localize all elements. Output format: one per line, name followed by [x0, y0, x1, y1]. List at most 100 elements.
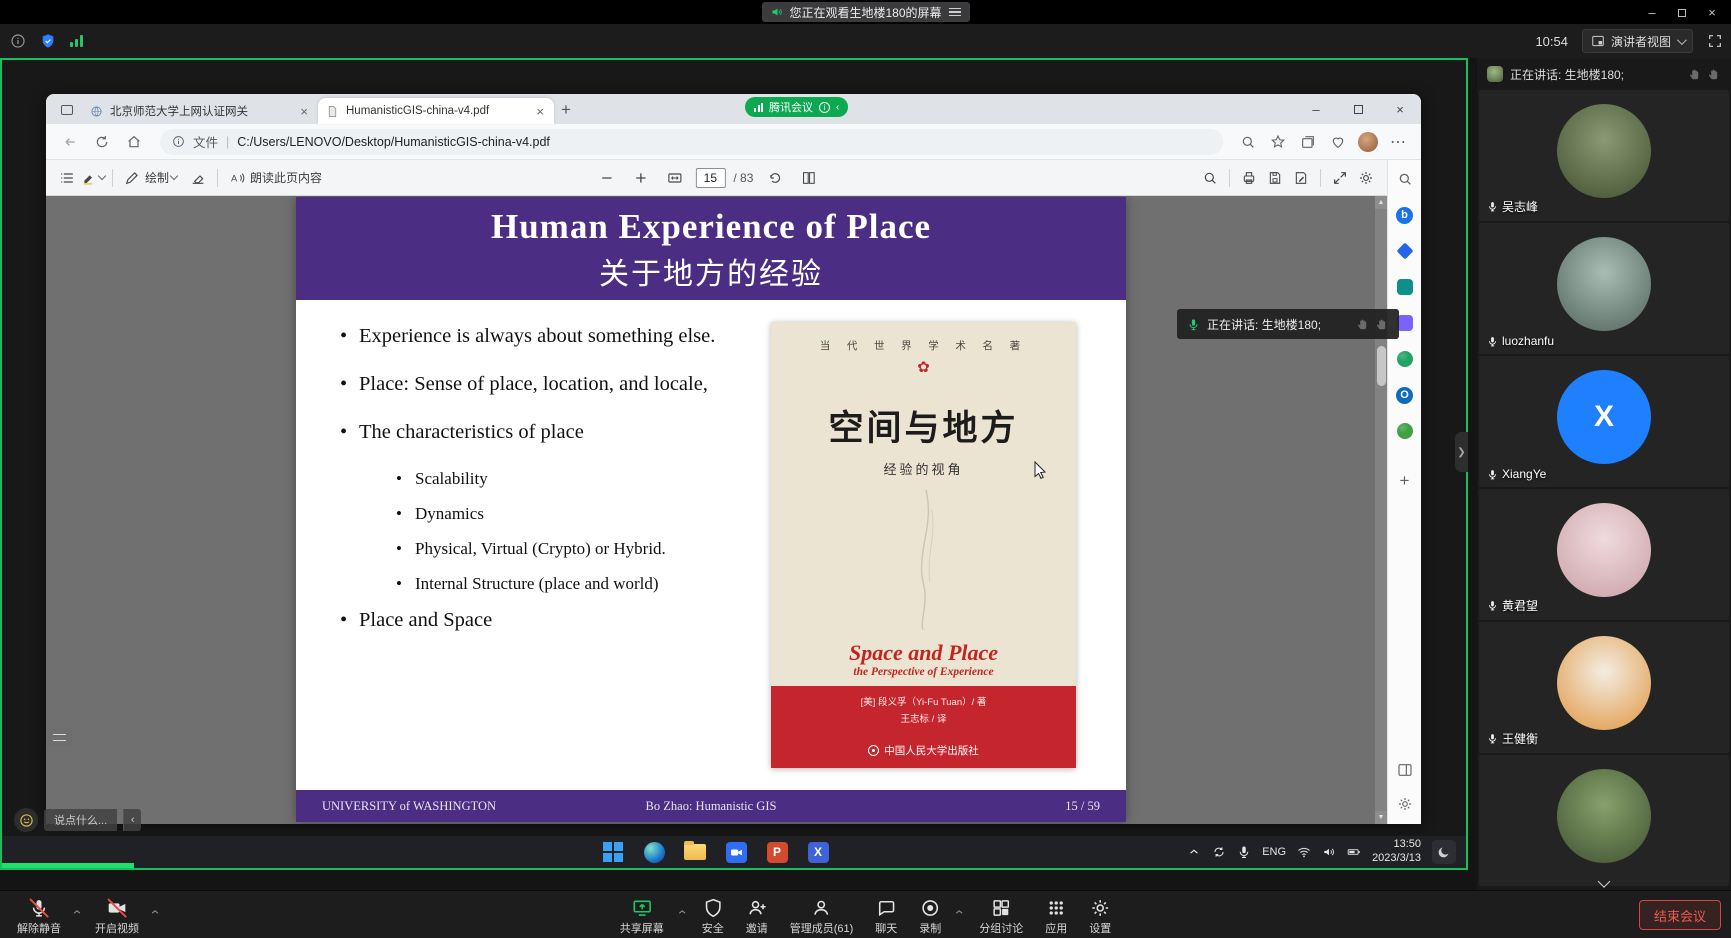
end-meeting-button[interactable]: 结束会议: [1639, 900, 1721, 930]
participant-tile[interactable]: [1479, 755, 1729, 886]
participant-tile[interactable]: 吴志峰: [1479, 90, 1729, 221]
wifi-icon[interactable]: [1297, 845, 1311, 859]
raise-hand-icon[interactable]: [1688, 67, 1702, 81]
meeting-app-icon[interactable]: [723, 839, 749, 865]
open-in-sidebar-icon[interactable]: [1388, 762, 1421, 778]
tray-expand-icon[interactable]: [1187, 845, 1201, 859]
focus-moon-icon[interactable]: [1432, 840, 1456, 864]
rotate-icon[interactable]: [761, 165, 787, 191]
browser-essentials-icon[interactable]: [1325, 129, 1351, 155]
view-mode-selector[interactable]: 演讲者视图: [1582, 29, 1693, 53]
chat-collapse-icon[interactable]: ‹: [123, 809, 141, 831]
scroll-down-icon[interactable]: ▼: [1375, 811, 1387, 824]
file-explorer-icon[interactable]: [682, 839, 708, 865]
app-close-button[interactable]: ×: [1697, 5, 1727, 20]
browser-minimize-button[interactable]: –: [1295, 94, 1337, 124]
meeting-share-pill[interactable]: 腾讯会议 i ‹: [745, 97, 848, 117]
breakout-button[interactable]: 分组讨论: [970, 894, 1032, 936]
settings-button[interactable]: 设置: [1080, 894, 1120, 936]
record-options-button[interactable]: [954, 894, 966, 922]
invite-button[interactable]: 邀请: [737, 894, 777, 936]
tab-actions-icon[interactable]: [54, 98, 80, 122]
fullscreen-icon[interactable]: [1707, 33, 1723, 49]
network-signal-icon[interactable]: [70, 35, 83, 47]
language-indicator[interactable]: ENG: [1262, 846, 1286, 858]
scrollbar-thumb[interactable]: [1377, 346, 1386, 386]
profile-avatar[interactable]: [1355, 129, 1381, 155]
unmute-button[interactable]: 解除静音: [8, 894, 70, 936]
copilot-icon[interactable]: b: [1394, 204, 1416, 226]
draw-label[interactable]: 绘制: [145, 169, 169, 186]
chat-input-hint[interactable]: 说点什么...: [44, 809, 117, 831]
chat-button[interactable]: 聊天: [866, 894, 906, 936]
sidebar-settings-icon[interactable]: [1388, 796, 1421, 812]
office-icon[interactable]: [1394, 348, 1416, 370]
participant-tile[interactable]: 黄君望: [1479, 489, 1729, 620]
powerpoint-icon[interactable]: P: [764, 839, 790, 865]
eraser-icon[interactable]: [185, 165, 211, 191]
start-video-button[interactable]: 开启视频: [86, 894, 148, 936]
scroll-up-icon[interactable]: ▲: [1375, 196, 1387, 209]
zoom-out-icon[interactable]: [593, 165, 619, 191]
read-aloud-label[interactable]: 朗读此页内容: [250, 169, 322, 186]
draw-icon[interactable]: [119, 165, 145, 191]
collections-icon[interactable]: [1295, 129, 1321, 155]
battery-icon[interactable]: [1347, 845, 1361, 859]
panel-scroll-down-icon[interactable]: [1600, 877, 1609, 886]
apps-button[interactable]: 应用: [1036, 894, 1076, 936]
security-shield-icon[interactable]: [40, 33, 56, 49]
browser-tab-2[interactable]: HumanisticGIS-china-v4.pdf×: [318, 98, 554, 124]
info-icon[interactable]: i: [819, 102, 830, 113]
back-icon[interactable]: [56, 128, 84, 156]
plant-icon[interactable]: [1394, 420, 1416, 442]
meeting-info-icon[interactable]: [10, 33, 26, 49]
zoom-in-icon[interactable]: [627, 165, 653, 191]
volume-icon[interactable]: [1322, 845, 1336, 859]
fit-to-width-icon[interactable]: [661, 165, 687, 191]
app-maximize-button[interactable]: [1667, 5, 1697, 20]
zoom-icon[interactable]: [1235, 129, 1261, 155]
toc-icon[interactable]: [54, 165, 80, 191]
browser-tab-1[interactable]: 北京师范大学上网认证网关×: [82, 98, 318, 124]
badge-menu-icon[interactable]: [949, 8, 961, 16]
participant-tile[interactable]: 王健衡: [1479, 622, 1729, 753]
pdf-settings-icon[interactable]: [1353, 165, 1379, 191]
start-button[interactable]: [600, 839, 626, 865]
new-tab-button[interactable]: +: [554, 98, 578, 122]
emoji-icon[interactable]: [14, 808, 38, 832]
security-button[interactable]: 安全: [693, 894, 733, 936]
print-icon[interactable]: [1236, 165, 1262, 191]
save-icon[interactable]: [1262, 165, 1288, 191]
browser-menu-icon[interactable]: ⋯: [1385, 129, 1411, 155]
tray-mic-icon[interactable]: [1237, 845, 1251, 859]
search-icon[interactable]: [1197, 165, 1223, 191]
edge-icon[interactable]: [641, 839, 667, 865]
read-aloud-icon[interactable]: A: [224, 165, 250, 191]
page-view-icon[interactable]: [795, 165, 821, 191]
page-info-icon[interactable]: [172, 135, 185, 148]
pill-collapse-icon[interactable]: ‹: [836, 102, 839, 113]
video-options-button[interactable]: [150, 894, 162, 922]
refresh-icon[interactable]: [88, 128, 116, 156]
taskbar-clock[interactable]: 13:50 2023/3/13: [1372, 838, 1421, 866]
pdf-scrollbar[interactable]: ▲ ▼: [1375, 196, 1387, 824]
image-creator-icon[interactable]: [1394, 276, 1416, 298]
share-button[interactable]: 共享屏幕: [611, 894, 673, 936]
highlighter-icon[interactable]: [80, 165, 106, 191]
subtitle-list-button[interactable]: [46, 728, 72, 746]
pdf-viewport[interactable]: Human Experience of Place 关于地方的经验 Experi…: [46, 196, 1387, 824]
participant-tile[interactable]: luozhanfu: [1479, 223, 1729, 354]
watching-screen-badge[interactable]: 您正在观看生地楼180的屏幕: [761, 2, 969, 22]
tab-close-icon[interactable]: ×: [534, 104, 546, 119]
page-number-input[interactable]: 15: [695, 168, 725, 188]
browser-close-button[interactable]: ×: [1379, 94, 1421, 124]
sync-icon[interactable]: [1212, 845, 1226, 859]
url-field[interactable]: 文件 | C:/Users/LENOVO/Desktop/HumanisticG…: [160, 129, 1223, 155]
sidebar-search-icon[interactable]: [1394, 168, 1416, 190]
home-icon[interactable]: [120, 128, 148, 156]
raise-hand-icon[interactable]: [1707, 67, 1721, 81]
favorites-star-icon[interactable]: [1265, 129, 1291, 155]
panel-collapse-handle[interactable]: ❯: [1455, 432, 1468, 472]
outlook-icon[interactable]: O: [1394, 384, 1416, 406]
save-as-icon[interactable]: [1288, 165, 1314, 191]
